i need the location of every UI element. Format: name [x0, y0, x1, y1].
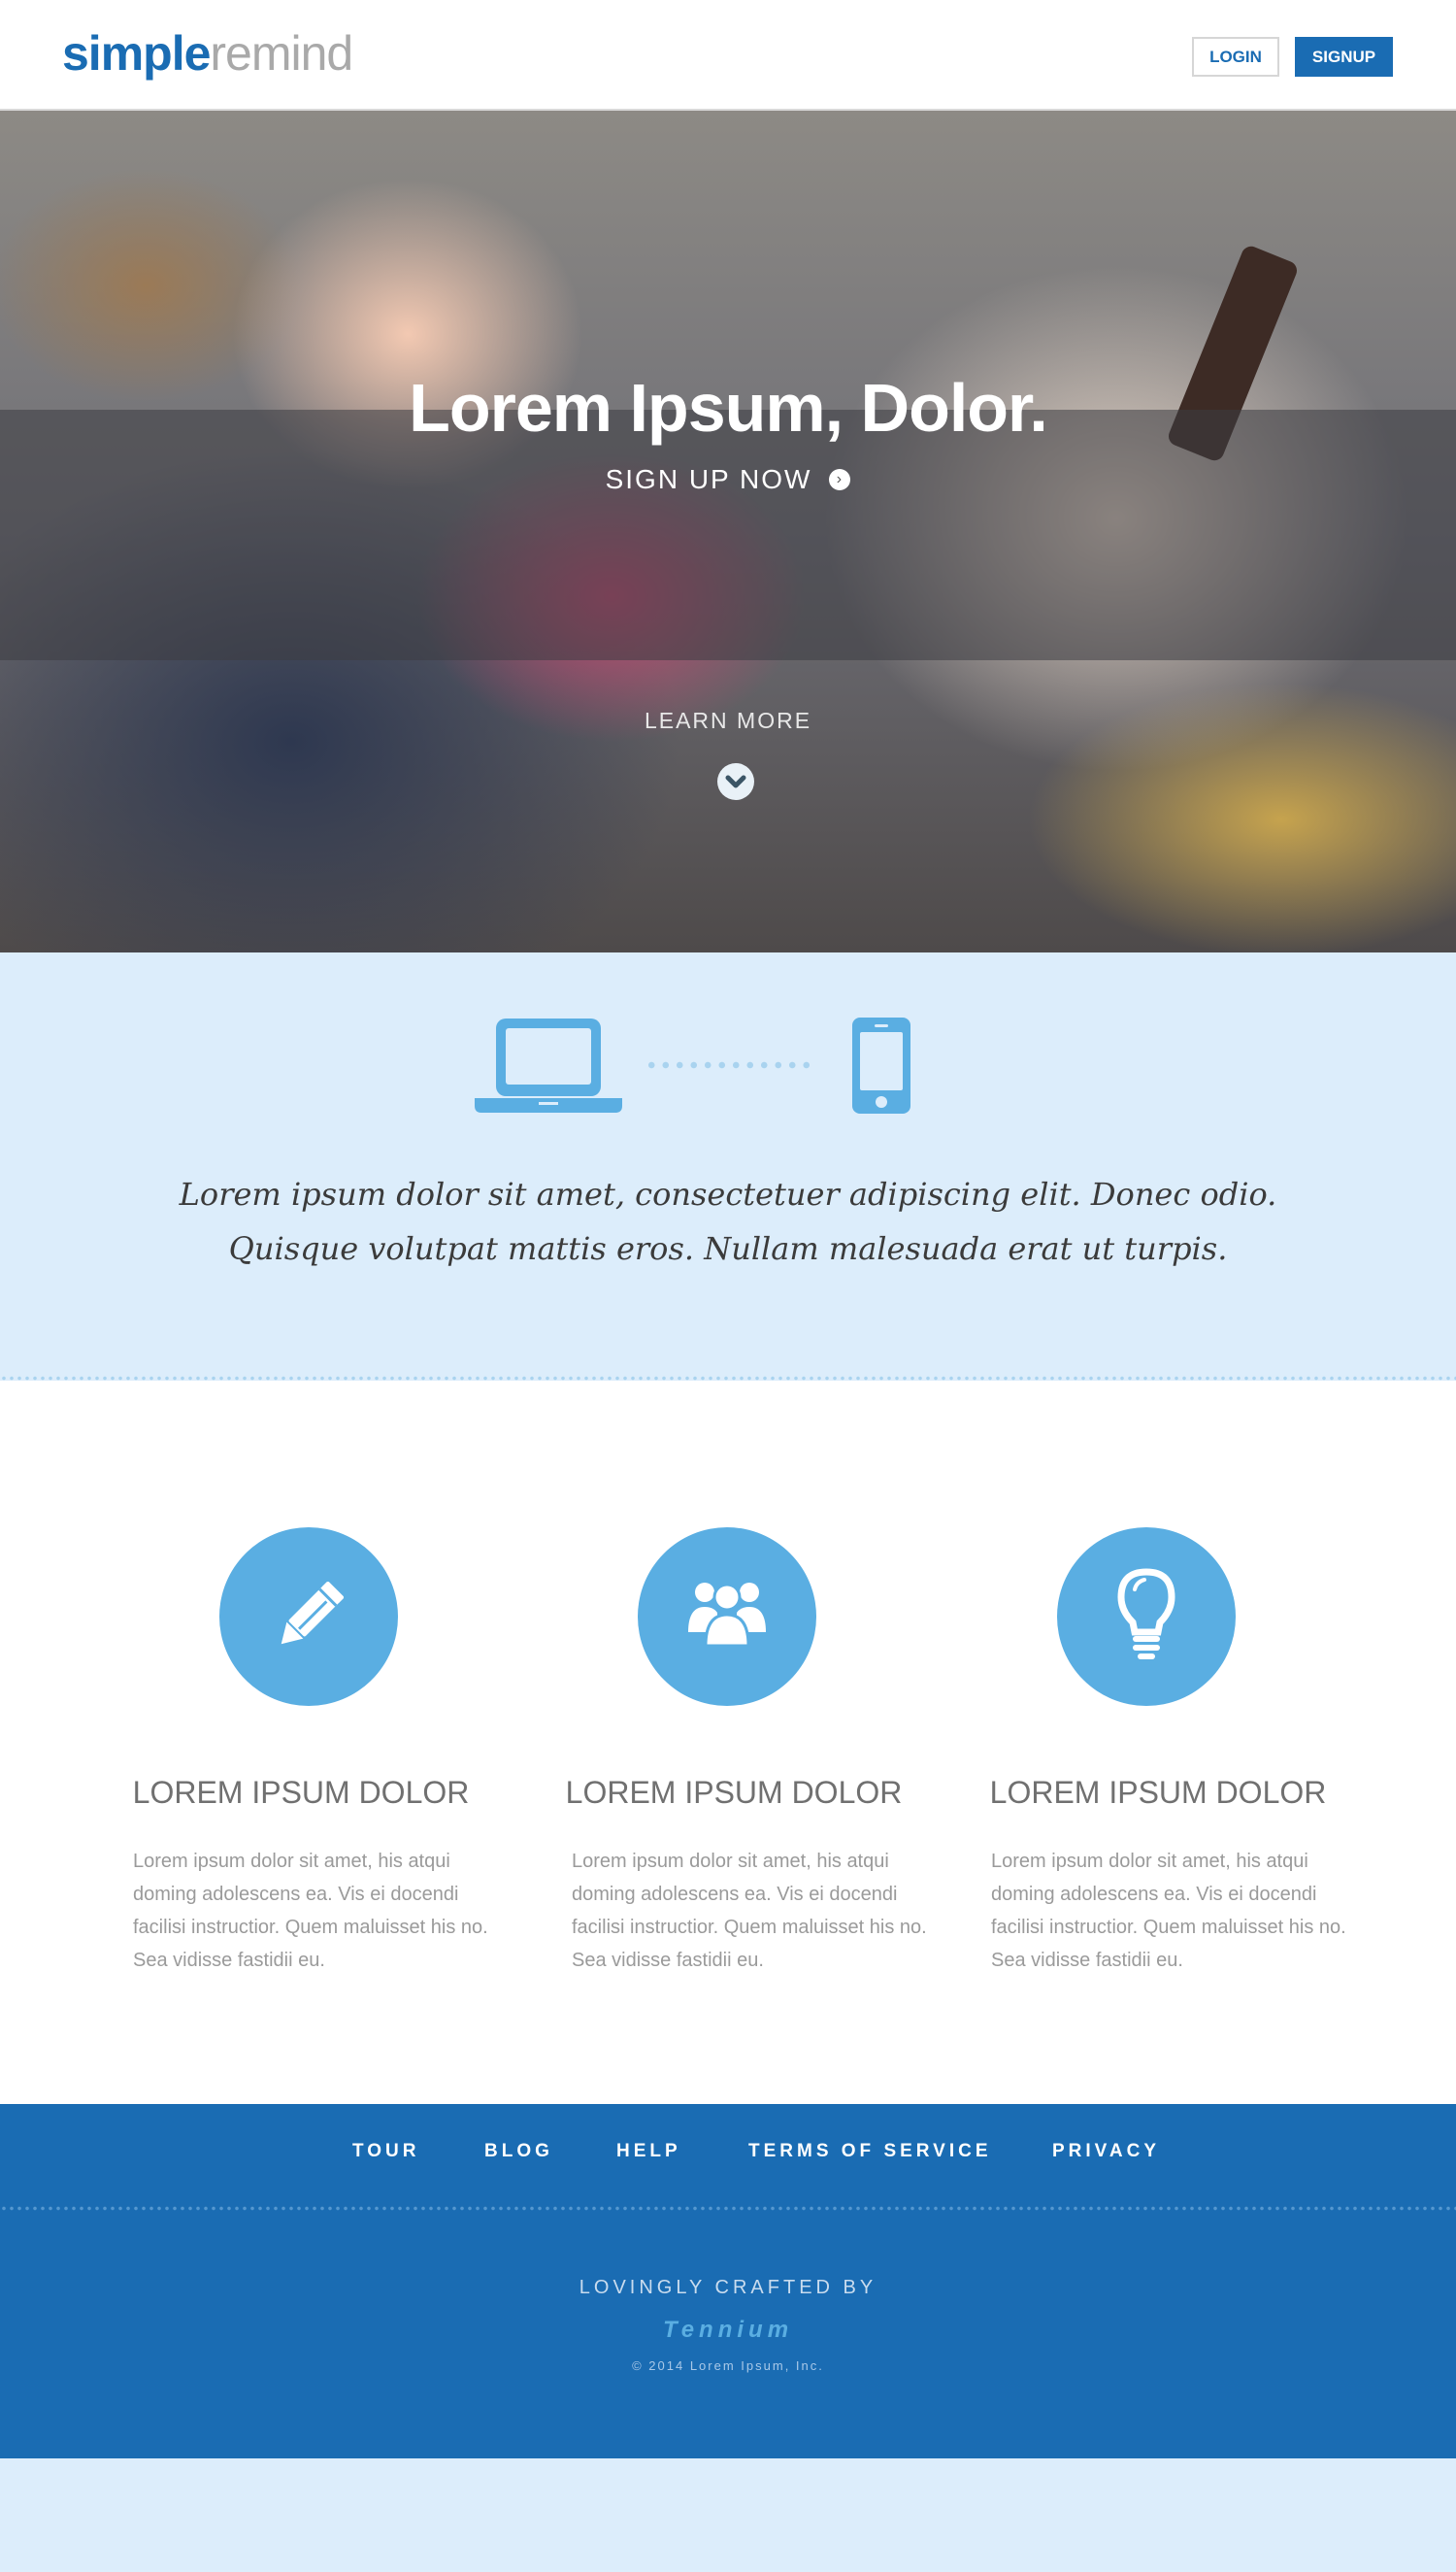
- hero-title: Lorem Ipsum, Dolor.: [409, 370, 1048, 446]
- chevron-down-icon[interactable]: [717, 763, 754, 800]
- feature-circle: [638, 1527, 816, 1706]
- intro-text: Lorem ipsum dolor sit amet, consectetuer…: [179, 1176, 1277, 1267]
- crafted-by-label: LOVINGLY CRAFTED BY: [579, 2277, 877, 2298]
- feature-title: LOREM IPSUM DOLOR: [132, 1775, 470, 1810]
- footer-link-tour[interactable]: TOUR: [352, 2141, 419, 2162]
- tennium-logo[interactable]: Tennium: [0, 2317, 1456, 2344]
- signup-button[interactable]: SIGNUP: [1295, 37, 1393, 77]
- login-button[interactable]: LOGIN: [1192, 37, 1279, 77]
- feature-title: LOREM IPSUM DOLOR: [565, 1775, 903, 1810]
- hero-overlay-band: [0, 410, 1456, 660]
- users-icon: [688, 1583, 766, 1648]
- feature-text: Lorem ipsum dolor sit amet, his atqui do…: [991, 1851, 1346, 1971]
- copyright-text: © 2014 Lorem Ipsum, Inc.: [632, 2358, 824, 2373]
- hero-banner: [0, 111, 1456, 952]
- page-bottom-spacer: [0, 2458, 1456, 2572]
- feature-circle: [219, 1527, 398, 1706]
- connection-dots: [645, 1061, 813, 1069]
- phone-icon: [852, 1018, 910, 1114]
- site-header: simpleremind LOGIN SIGNUP: [0, 0, 1456, 111]
- features-section: [0, 1381, 1456, 2104]
- feature-text: Lorem ipsum dolor sit amet, his atqui do…: [133, 1851, 488, 1971]
- feature-title: LOREM IPSUM DOLOR: [989, 1775, 1327, 1810]
- footer-link-terms[interactable]: TERMS OF SERVICE: [748, 2141, 992, 2162]
- feature-circle: [1057, 1527, 1236, 1706]
- logo-secondary: remind: [210, 26, 353, 81]
- lightbulb-icon: [1117, 1568, 1175, 1659]
- signup-now-link[interactable]: SIGN UP NOW ›: [0, 464, 1456, 495]
- footer-link-privacy[interactable]: PRIVACY: [1052, 2141, 1160, 2162]
- logo-primary: simple: [62, 26, 211, 81]
- signup-now-label: SIGN UP NOW: [605, 464, 812, 494]
- learn-more-label[interactable]: LEARN MORE: [0, 708, 1456, 734]
- laptop-icon: [475, 1019, 622, 1113]
- footer-link-blog[interactable]: BLOG: [484, 2141, 553, 2162]
- footer-link-help[interactable]: HELP: [616, 2141, 681, 2162]
- logo[interactable]: simpleremind: [62, 25, 353, 82]
- chevron-right-icon: ›: [829, 468, 851, 490]
- footer-divider: [0, 2206, 1456, 2211]
- feature-text: Lorem ipsum dolor sit amet, his atqui do…: [572, 1851, 927, 1971]
- pencil-icon: [281, 1582, 344, 1645]
